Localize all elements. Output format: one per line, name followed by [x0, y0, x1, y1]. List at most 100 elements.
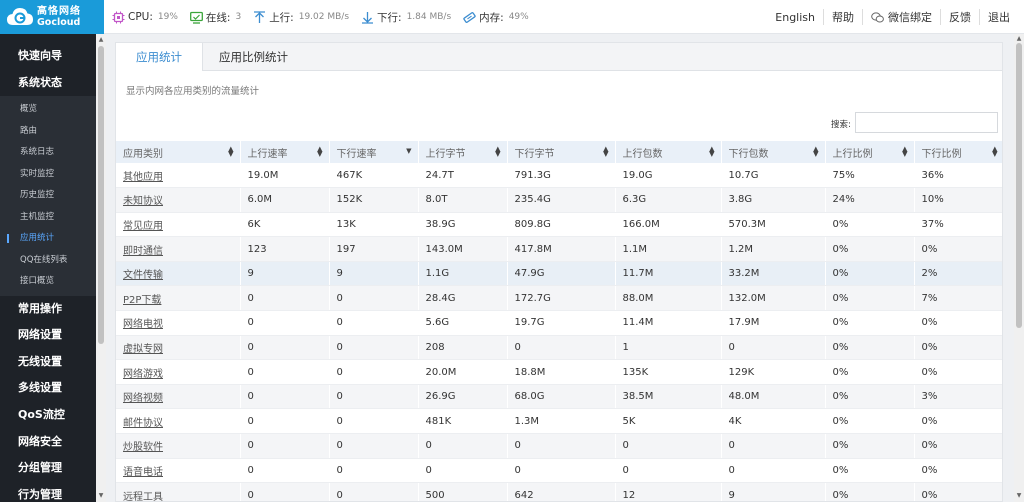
sidebar-scroll-thumb[interactable] — [98, 46, 104, 344]
app-category-link[interactable]: 其他应用 — [116, 163, 241, 189]
memory-label: 内存: — [479, 11, 504, 24]
table-cell: 129K — [721, 359, 826, 385]
nav-system-status[interactable]: 系统状态 — [0, 70, 96, 97]
table-cell: 0 — [329, 285, 419, 312]
col-header-down-ratio[interactable]: 下行比例 ▲ ▼ — [914, 141, 1002, 163]
nav-quick-wizard[interactable]: 快速向导 — [0, 43, 96, 70]
nav-app-stats[interactable]: 应用统计 — [0, 228, 96, 250]
nav-interface-overview[interactable]: 接口概览 — [0, 271, 96, 293]
app-category-link[interactable]: 邮件协议 — [116, 408, 241, 435]
cloud-logo-icon — [6, 6, 34, 28]
sort-icon: ▲ ▼ — [495, 145, 501, 158]
nav-realtime-monitor[interactable]: 实时监控 — [0, 164, 96, 186]
app-category-link[interactable]: 虚拟专网 — [116, 335, 241, 361]
app-category-link[interactable]: 网络视频 — [116, 384, 241, 410]
table-cell: 88.0M — [615, 285, 722, 312]
tab-app-ratio-stats[interactable]: 应用比例统计 — [203, 43, 304, 71]
online-label: 在线: — [205, 11, 231, 24]
nav-system-log[interactable]: 系统日志 — [0, 142, 96, 164]
cpu-value: 19% — [157, 12, 178, 22]
table-cell: 0 — [507, 433, 616, 459]
brand-logo[interactable]: 高恪网络 Gocloud — [0, 0, 104, 34]
table-cell: 37% — [914, 212, 1002, 238]
page-scroll-down-icon[interactable]: ▼ — [1016, 492, 1022, 499]
col-header-down-rate[interactable]: 下行速率 ▼ — [329, 141, 419, 163]
table-cell: 467K — [329, 163, 419, 189]
app-category-link[interactable]: 常见应用 — [116, 212, 241, 238]
nav-wireless-settings[interactable]: 无线设置 — [0, 349, 96, 376]
table-cell: 0% — [825, 359, 915, 385]
app-category-link[interactable]: 语音电话 — [116, 458, 241, 484]
table-cell: 172.7G — [507, 285, 616, 312]
wechat-bind-label: 微信绑定 — [888, 11, 932, 24]
table-row: 其他应用 19.0M 467K 24.7T 791.3G 19.0G 10.7G 75% 36% — [116, 163, 1002, 189]
col-header-up-bytes[interactable]: 上行字节 ▲ ▼ — [418, 141, 508, 163]
table-cell: 809.8G — [507, 212, 616, 238]
app-category-link[interactable]: P2P下载 — [116, 285, 241, 312]
brand-name-cn: 高恪网络 — [37, 6, 81, 17]
col-header-down-packets[interactable]: 下行包数 ▲ ▼ — [721, 141, 826, 163]
app-category-link[interactable]: 未知协议 — [116, 187, 241, 213]
table-cell: 6.0M — [240, 187, 330, 213]
table-cell: 0% — [914, 359, 1002, 385]
table-cell: 570.3M — [721, 212, 826, 238]
nav-history-monitor[interactable]: 历史监控 — [0, 185, 96, 207]
table-cell: 0% — [825, 433, 915, 459]
app-stats-table: 应用类别 ▲ ▼ 上行速率 ▲ ▼ 下行速率 ▼ 上行字节 ▲ ▼ 下行字节 ▲ ▼ 上行包数 ▲ ▼… — [116, 141, 1002, 501]
feedback-link[interactable]: 反馈 — [940, 9, 979, 25]
tab-app-stats[interactable]: 应用统计 — [116, 43, 203, 71]
col-header-category[interactable]: 应用类别 ▲ ▼ — [116, 141, 241, 163]
table-cell: 28.4G — [418, 285, 508, 312]
table-cell: 75% — [825, 163, 915, 189]
nav-host-monitor[interactable]: 主机监控 — [0, 207, 96, 229]
app-category-link[interactable]: 即时通信 — [116, 236, 241, 262]
col-header-up-packets[interactable]: 上行包数 ▲ ▼ — [615, 141, 722, 163]
upload-arrow-icon — [254, 10, 266, 23]
logout-link[interactable]: 退出 — [979, 9, 1018, 25]
help-link[interactable]: 帮助 — [823, 9, 862, 25]
nav-multiline-settings[interactable]: 多线设置 — [0, 375, 96, 402]
wechat-bind-link[interactable]: 微信绑定 — [862, 9, 940, 25]
app-category-link[interactable]: 网络游戏 — [116, 359, 241, 385]
table-cell: 0 — [240, 408, 330, 435]
nav-qq-online[interactable]: QQ在线列表 — [0, 250, 96, 272]
table-row: 邮件协议 0 0 481K 1.3M 5K 4K 0% 0% — [116, 408, 1002, 435]
col-header-up-ratio[interactable]: 上行比例 ▲ ▼ — [825, 141, 915, 163]
app-category-link[interactable]: 文件传输 — [116, 261, 241, 287]
table-cell: 123 — [240, 236, 330, 262]
app-category-link[interactable]: 网络电视 — [116, 310, 241, 336]
nav-network-settings[interactable]: 网络设置 — [0, 322, 96, 349]
sidebar-scroll-down-icon[interactable]: ▼ — [98, 492, 104, 500]
table-cell: 48.0M — [721, 384, 826, 410]
stat-memory: 内存: 49% — [463, 10, 529, 25]
table-cell: 0 — [418, 458, 508, 484]
nav-group-management[interactable]: 分组管理 — [0, 455, 96, 482]
nav-qos[interactable]: QoS流控 — [0, 402, 96, 429]
nav-behavior-management[interactable]: 行为管理 — [0, 482, 96, 502]
table-cell: 4K — [721, 408, 826, 435]
page-scroll-thumb[interactable] — [1016, 43, 1022, 328]
search-input[interactable] — [855, 112, 998, 133]
top-links: English 帮助 微信绑定 反馈 退出 — [767, 0, 1018, 34]
app-category-link[interactable]: 远程工具 — [116, 482, 241, 501]
table-cell: 132.0M — [721, 285, 826, 312]
table-cell: 0% — [914, 335, 1002, 361]
col-header-down-bytes[interactable]: 下行字节 ▲ ▼ — [507, 141, 616, 163]
col-header-up-rate[interactable]: 上行速率 ▲ ▼ — [240, 141, 330, 163]
table-cell: 0% — [825, 335, 915, 361]
table-cell: 9 — [240, 261, 330, 287]
table-cell: 0% — [825, 310, 915, 336]
table-cell: 1.1G — [418, 261, 508, 287]
nav-common-ops[interactable]: 常用操作 — [0, 296, 96, 323]
app-category-link[interactable]: 炒股软件 — [116, 433, 241, 459]
brand-name-en: Gocloud — [37, 17, 81, 28]
nav-routing[interactable]: 路由 — [0, 121, 96, 143]
page-scroll-up-icon[interactable]: ▲ — [1016, 35, 1022, 42]
sidebar-scroll-up-icon[interactable]: ▲ — [98, 36, 104, 44]
table-row: 网络游戏 0 0 20.0M 18.8M 135K 129K 0% 0% — [116, 359, 1002, 385]
table-cell: 0% — [914, 408, 1002, 435]
table-cell: 642 — [507, 482, 616, 501]
nav-overview[interactable]: 概览 — [0, 99, 96, 121]
english-link[interactable]: English — [767, 11, 823, 24]
nav-network-security[interactable]: 网络安全 — [0, 429, 96, 456]
